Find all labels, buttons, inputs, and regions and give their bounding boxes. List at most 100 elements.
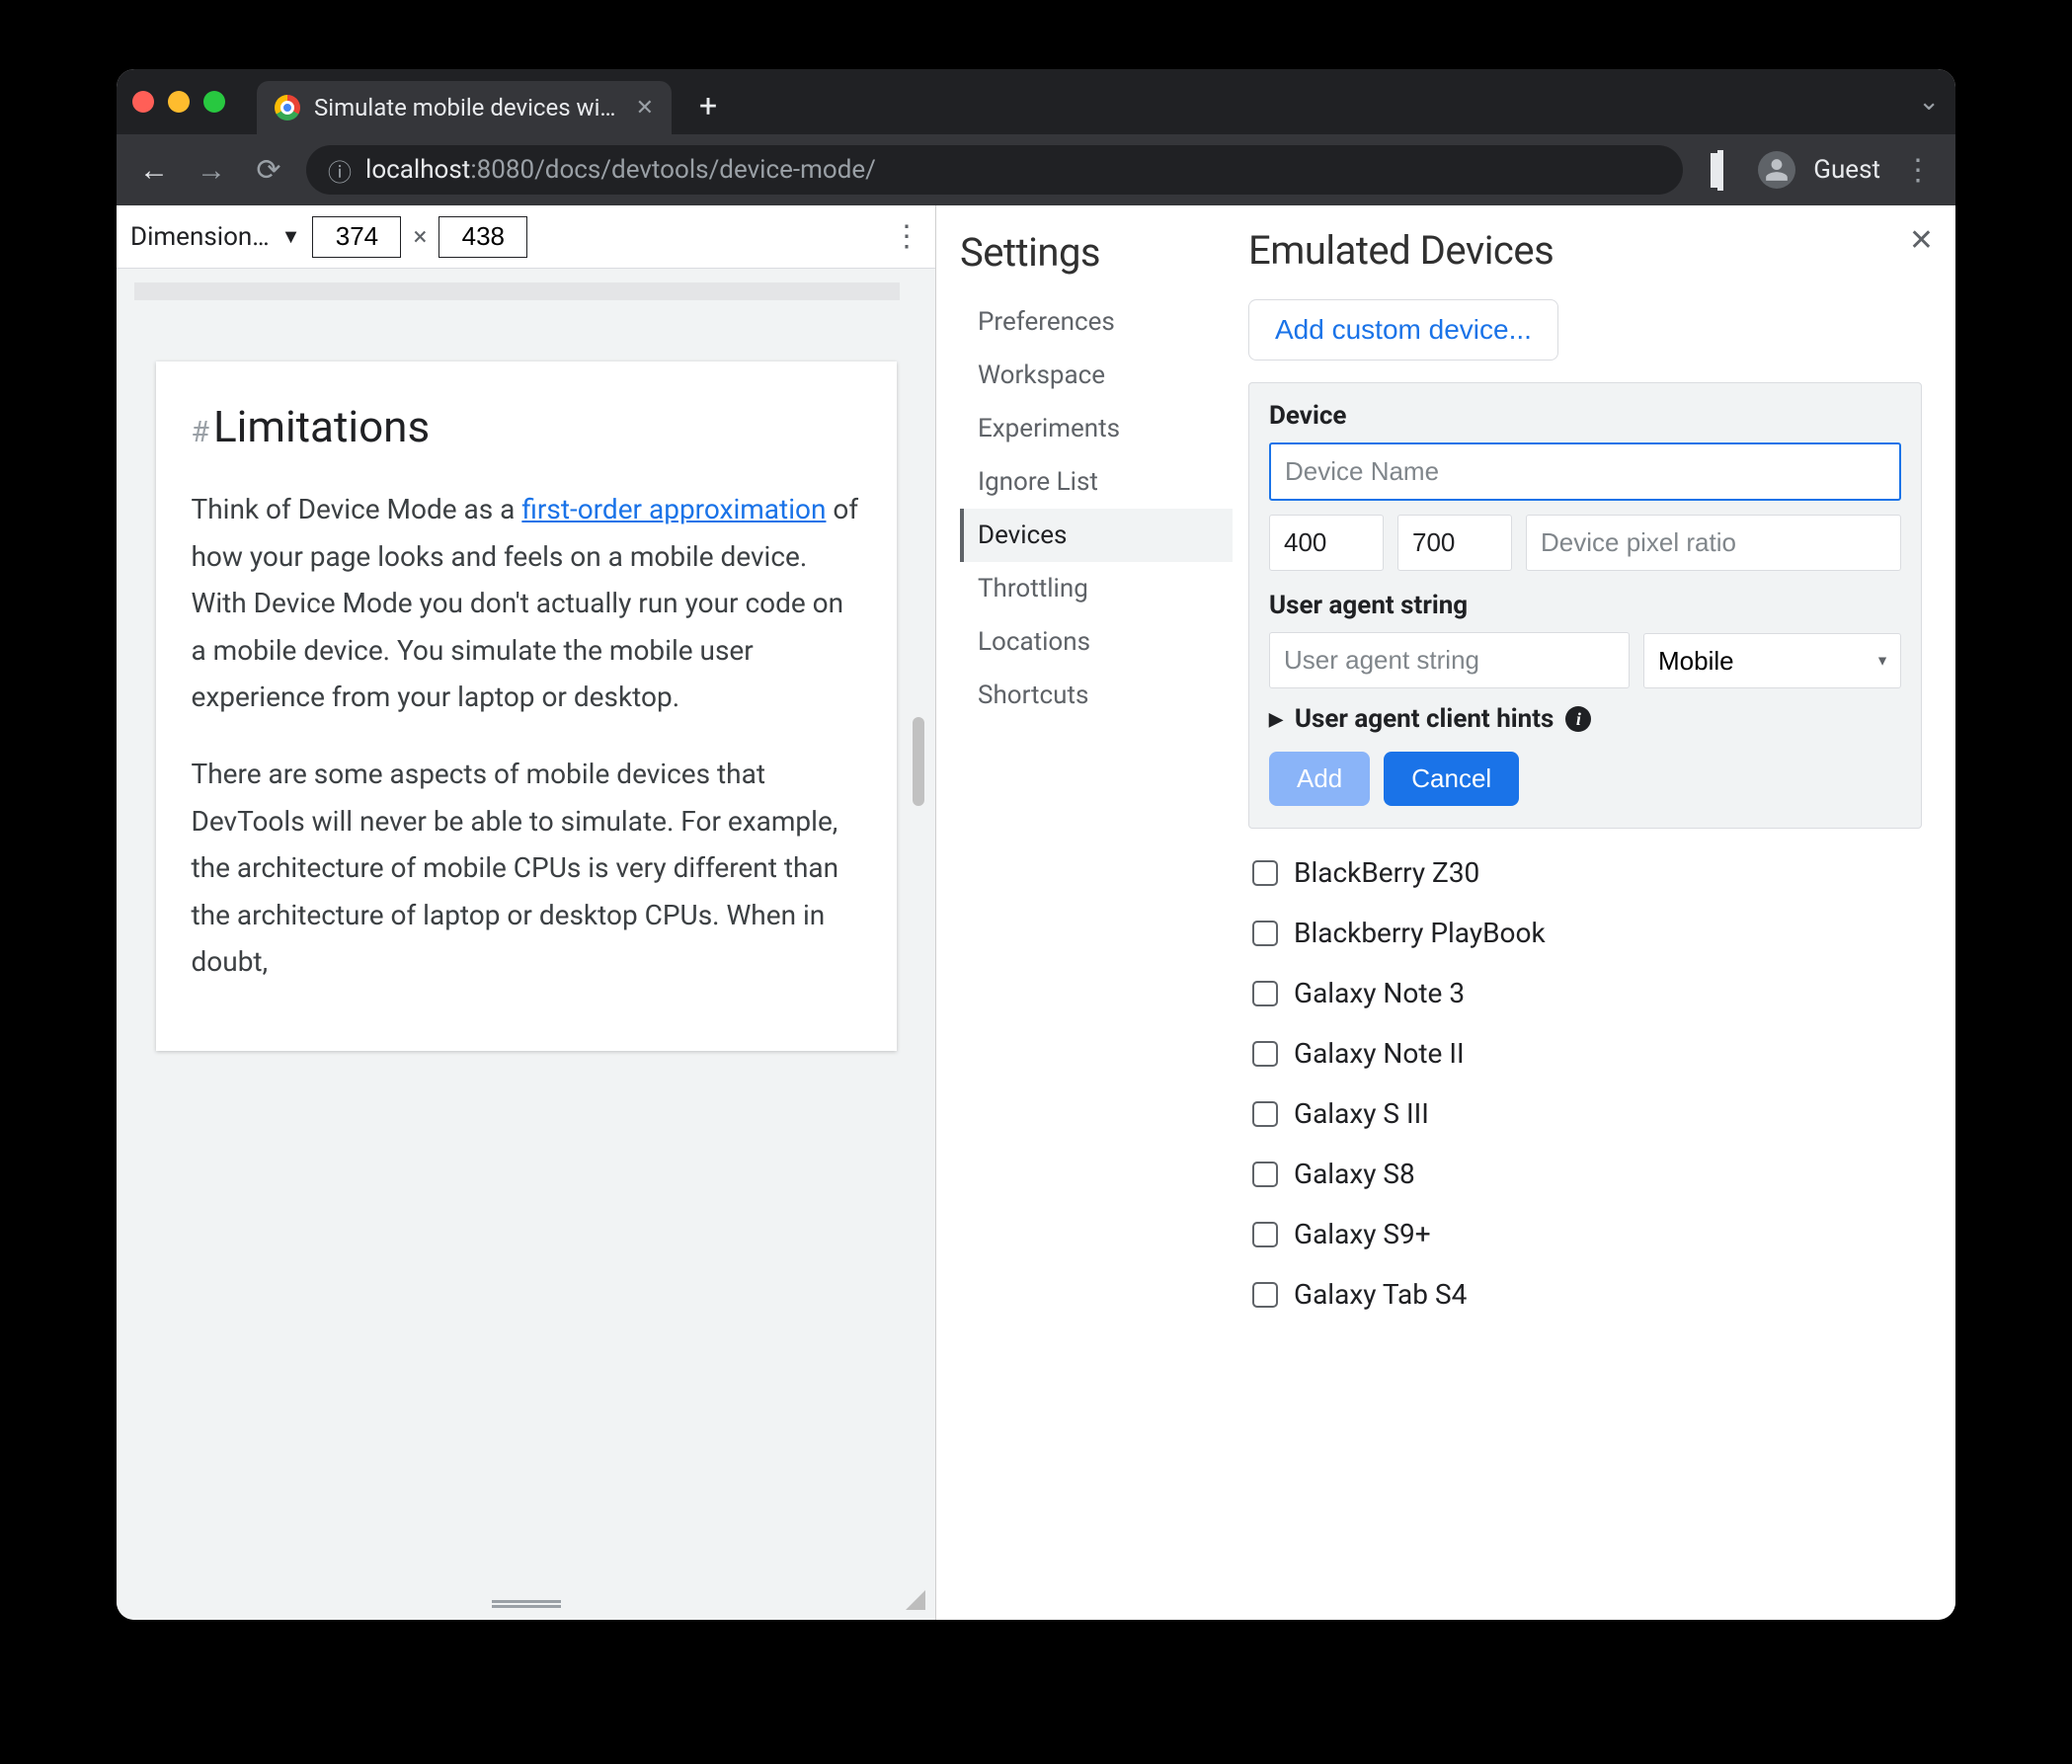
browser-window: Simulate mobile devices with D ✕ + ⌄ ← →… — [117, 69, 1955, 1620]
settings-item-workspace[interactable]: Workspace — [960, 349, 1233, 402]
device-label: Galaxy S III — [1294, 1097, 1429, 1130]
device-label: Galaxy Tab S4 — [1294, 1278, 1467, 1311]
settings-item-experiments[interactable]: Experiments — [960, 402, 1233, 455]
device-stage: #Limitations Think of Device Mode as a f… — [117, 269, 935, 1620]
resize-handle-bottom[interactable] — [492, 1600, 561, 1608]
cancel-button[interactable]: Cancel — [1384, 752, 1519, 806]
fullscreen-window-icon[interactable] — [203, 91, 225, 113]
reload-button[interactable]: ⟳ — [249, 153, 288, 188]
device-section-label: Device — [1269, 401, 1901, 431]
settings-item-preferences[interactable]: Preferences — [960, 295, 1233, 349]
chrome-favicon-icon — [275, 95, 300, 120]
close-window-icon[interactable] — [132, 91, 154, 113]
device-label: Galaxy Note II — [1294, 1037, 1465, 1070]
toolbar: ← → ⟳ ⓘ localhost:8080/docs/devtools/dev… — [117, 134, 1955, 205]
settings-main: ✕ Emulated Devices Add custom device... … — [1233, 205, 1955, 1620]
device-toolbar-menu[interactable]: ⋮ — [892, 219, 921, 254]
emulated-viewport[interactable]: #Limitations Think of Device Mode as a f… — [156, 361, 897, 1051]
viewport-height-input[interactable] — [438, 216, 527, 258]
device-row[interactable]: Galaxy Tab S4 — [1248, 1264, 1922, 1324]
device-checkbox[interactable] — [1252, 1282, 1278, 1308]
device-checkbox[interactable] — [1252, 1101, 1278, 1127]
tabstrip-menu[interactable]: ⌄ — [1918, 87, 1940, 117]
minimize-window-icon[interactable] — [168, 91, 190, 113]
url-port: :8080 — [470, 155, 534, 185]
device-width-input[interactable] — [1269, 515, 1384, 571]
profile-avatar-icon[interactable] — [1758, 151, 1795, 189]
device-label: Galaxy S9+ — [1294, 1218, 1431, 1250]
device-checkbox[interactable] — [1252, 1162, 1278, 1187]
device-pixel-ratio-input[interactable] — [1526, 515, 1901, 571]
settings-title: Settings — [960, 229, 1233, 276]
settings-item-throttling[interactable]: Throttling — [960, 562, 1233, 615]
settings-item-ignore-list[interactable]: Ignore List — [960, 455, 1233, 509]
page-paragraph: Think of Device Mode as a first-order ap… — [192, 486, 861, 721]
device-checkbox[interactable] — [1252, 1222, 1278, 1247]
device-checkbox[interactable] — [1252, 981, 1278, 1006]
profile-label[interactable]: Guest — [1813, 155, 1880, 185]
user-agent-input[interactable] — [1269, 632, 1630, 688]
page-heading: #Limitations — [192, 401, 861, 452]
close-tab-icon[interactable]: ✕ — [636, 96, 654, 120]
viewport-width-input[interactable] — [312, 216, 401, 258]
device-row[interactable]: Galaxy Note II — [1248, 1023, 1922, 1083]
tab-title: Simulate mobile devices with D — [314, 94, 622, 121]
page-paragraph: There are some aspects of mobile devices… — [192, 751, 861, 986]
settings-sidebar: Settings PreferencesWorkspaceExperiments… — [936, 205, 1233, 1620]
device-row[interactable]: Galaxy Note 3 — [1248, 963, 1922, 1023]
settings-item-shortcuts[interactable]: Shortcuts — [960, 669, 1233, 722]
user-agent-type-select[interactable]: Mobile — [1643, 633, 1901, 688]
emulated-devices-title: Emulated Devices — [1248, 227, 1922, 274]
dimensions-separator: × — [413, 222, 427, 252]
device-toolbar: Dimension… ▼ × ⋮ — [117, 205, 935, 269]
site-info-icon[interactable]: ⓘ — [328, 153, 352, 188]
device-row[interactable]: Galaxy S9+ — [1248, 1204, 1922, 1264]
device-label: Blackberry PlayBook — [1294, 917, 1546, 949]
device-label: Galaxy S8 — [1294, 1158, 1415, 1190]
device-checkbox[interactable] — [1252, 921, 1278, 946]
add-custom-device-button[interactable]: Add custom device... — [1248, 299, 1558, 361]
resize-handle-corner-icon[interactable] — [906, 1590, 925, 1610]
info-icon[interactable]: i — [1565, 706, 1591, 732]
viewport-scrollbar[interactable] — [908, 282, 929, 1580]
disclosure-triangle-icon: ▶ — [1269, 709, 1283, 730]
settings-item-locations[interactable]: Locations — [960, 615, 1233, 669]
new-tab-button[interactable]: + — [685, 87, 731, 124]
window-titlebar: Simulate mobile devices with D ✕ + ⌄ — [117, 69, 1955, 134]
device-row[interactable]: BlackBerry Z30 — [1248, 842, 1922, 903]
back-button[interactable]: ← — [134, 153, 174, 188]
device-checkbox[interactable] — [1252, 1041, 1278, 1067]
device-name-input[interactable] — [1269, 442, 1901, 501]
device-pane: Dimension… ▼ × ⋮ #Limitations Think of D… — [117, 205, 936, 1620]
settings-nav-list: PreferencesWorkspaceExperimentsIgnore Li… — [960, 295, 1233, 722]
close-settings-icon[interactable]: ✕ — [1909, 223, 1934, 258]
url-path: /docs/devtools/device-mode/ — [534, 155, 876, 185]
anchor-hash-icon[interactable]: # — [192, 415, 209, 449]
browser-menu-button[interactable]: ⋮ — [1898, 153, 1938, 188]
first-order-link[interactable]: first-order approximation — [521, 493, 826, 525]
ua-section-label: User agent string — [1269, 591, 1901, 620]
device-list: BlackBerry Z30 Blackberry PlayBook Galaxy … — [1248, 842, 1922, 1324]
add-button[interactable]: Add — [1269, 752, 1370, 806]
device-height-input[interactable] — [1397, 515, 1512, 571]
url-host: localhost — [365, 155, 470, 185]
device-row[interactable]: Blackberry PlayBook — [1248, 903, 1922, 963]
forward-button[interactable]: → — [192, 153, 231, 188]
window-controls — [132, 91, 225, 113]
ua-client-hints-toggle[interactable]: ▶ User agent client hints i — [1269, 704, 1901, 734]
custom-device-form: Device User agent string Mobile — [1248, 382, 1922, 829]
ruler-bar — [134, 282, 900, 300]
device-label: BlackBerry Z30 — [1294, 856, 1479, 889]
devtools-settings-panel: Settings PreferencesWorkspaceExperiments… — [936, 205, 1955, 1620]
device-row[interactable]: Galaxy S8 — [1248, 1144, 1922, 1204]
settings-item-devices[interactable]: Devices — [960, 509, 1233, 562]
side-panel-toggle[interactable] — [1701, 153, 1740, 188]
device-checkbox[interactable] — [1252, 860, 1278, 886]
browser-tab[interactable]: Simulate mobile devices with D ✕ — [257, 81, 672, 134]
dimensions-dropdown-label[interactable]: Dimension… — [130, 222, 270, 252]
scrollbar-thumb[interactable] — [913, 717, 924, 806]
dimensions-dropdown-icon[interactable]: ▼ — [281, 224, 301, 249]
address-bar[interactable]: ⓘ localhost:8080/docs/devtools/device-mo… — [306, 145, 1683, 195]
device-label: Galaxy Note 3 — [1294, 977, 1465, 1009]
device-row[interactable]: Galaxy S III — [1248, 1083, 1922, 1144]
